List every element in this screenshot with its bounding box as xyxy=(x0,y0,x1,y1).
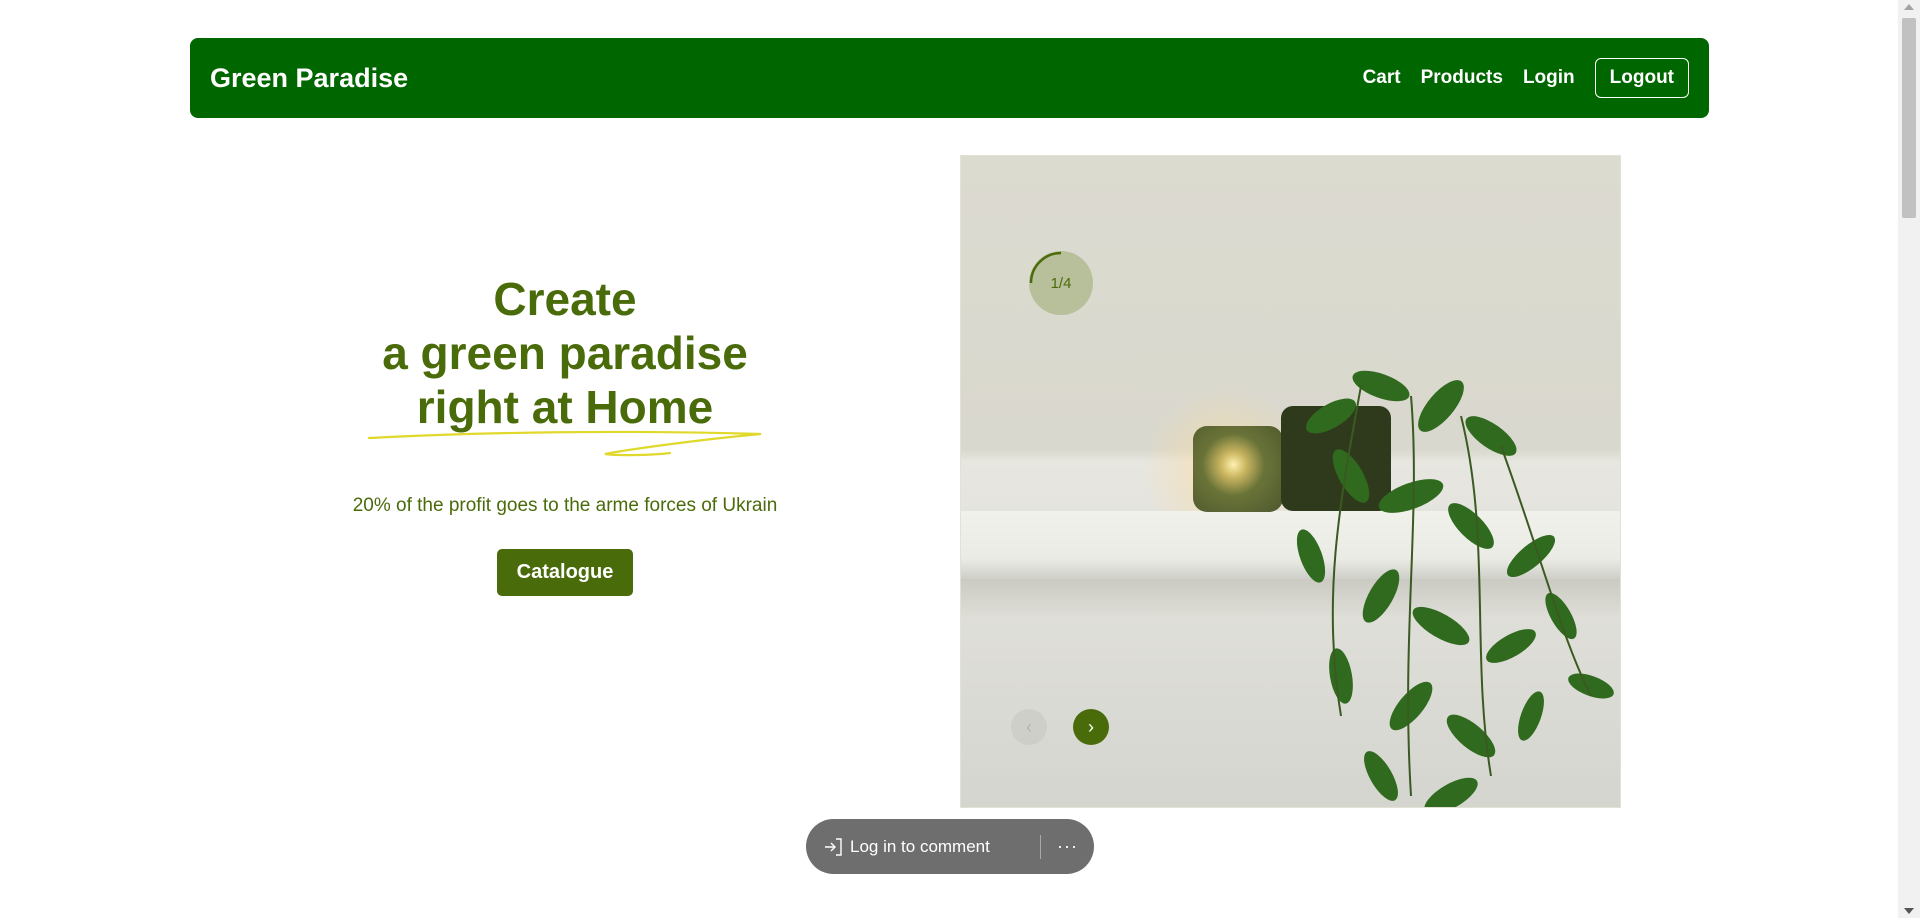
chevron-right-icon: › xyxy=(1088,716,1094,737)
logout-button[interactable]: Logout xyxy=(1594,58,1689,98)
slide-counter: 1/4 xyxy=(1029,251,1093,315)
brand-logo[interactable]: Green Paradise xyxy=(210,63,408,94)
nav-link-products[interactable]: Products xyxy=(1421,67,1503,89)
image-slider: 1/4 ‹ › xyxy=(960,155,1621,808)
hero-title-line: right at Home xyxy=(416,381,714,433)
hanging-plant xyxy=(1296,370,1614,807)
hero-subtitle: 20% of the profit goes to the arme force… xyxy=(352,495,778,516)
hero-title-line: a green paradise xyxy=(382,327,748,379)
catalogue-button[interactable]: Catalogue xyxy=(496,549,634,596)
divider xyxy=(1040,834,1042,859)
nav-link-cart[interactable]: Cart xyxy=(1363,67,1401,89)
underline-scribble xyxy=(367,430,762,457)
chevron-left-icon: ‹ xyxy=(1026,716,1032,737)
login-icon xyxy=(825,837,842,856)
page: Green Paradise Cart Products Login Logou… xyxy=(0,0,1898,918)
hero-section: Create a green paradise right at Home 20… xyxy=(190,155,940,805)
nav-links: Cart Products Login Logout xyxy=(1343,58,1689,98)
hero-title: Create a green paradise right at Home xyxy=(382,272,748,434)
vertical-scrollbar[interactable] xyxy=(1898,0,1920,918)
more-options-icon[interactable]: ··· xyxy=(1057,836,1078,857)
comment-bar: Log in to comment ··· xyxy=(806,819,1094,874)
hero-title-line: Create xyxy=(493,273,637,325)
slider-next-button[interactable]: › xyxy=(1073,709,1109,745)
slider-prev-button[interactable]: ‹ xyxy=(1011,709,1047,745)
scroll-thumb[interactable] xyxy=(1902,18,1916,218)
login-to-comment-button[interactable]: Log in to comment xyxy=(850,837,990,857)
nav-link-login[interactable]: Login xyxy=(1523,67,1575,89)
navbar: Green Paradise Cart Products Login Logou… xyxy=(190,38,1709,118)
scroll-down-icon[interactable] xyxy=(1904,908,1914,914)
scroll-up-icon[interactable] xyxy=(1904,4,1914,10)
progress-ring xyxy=(1029,251,1062,284)
